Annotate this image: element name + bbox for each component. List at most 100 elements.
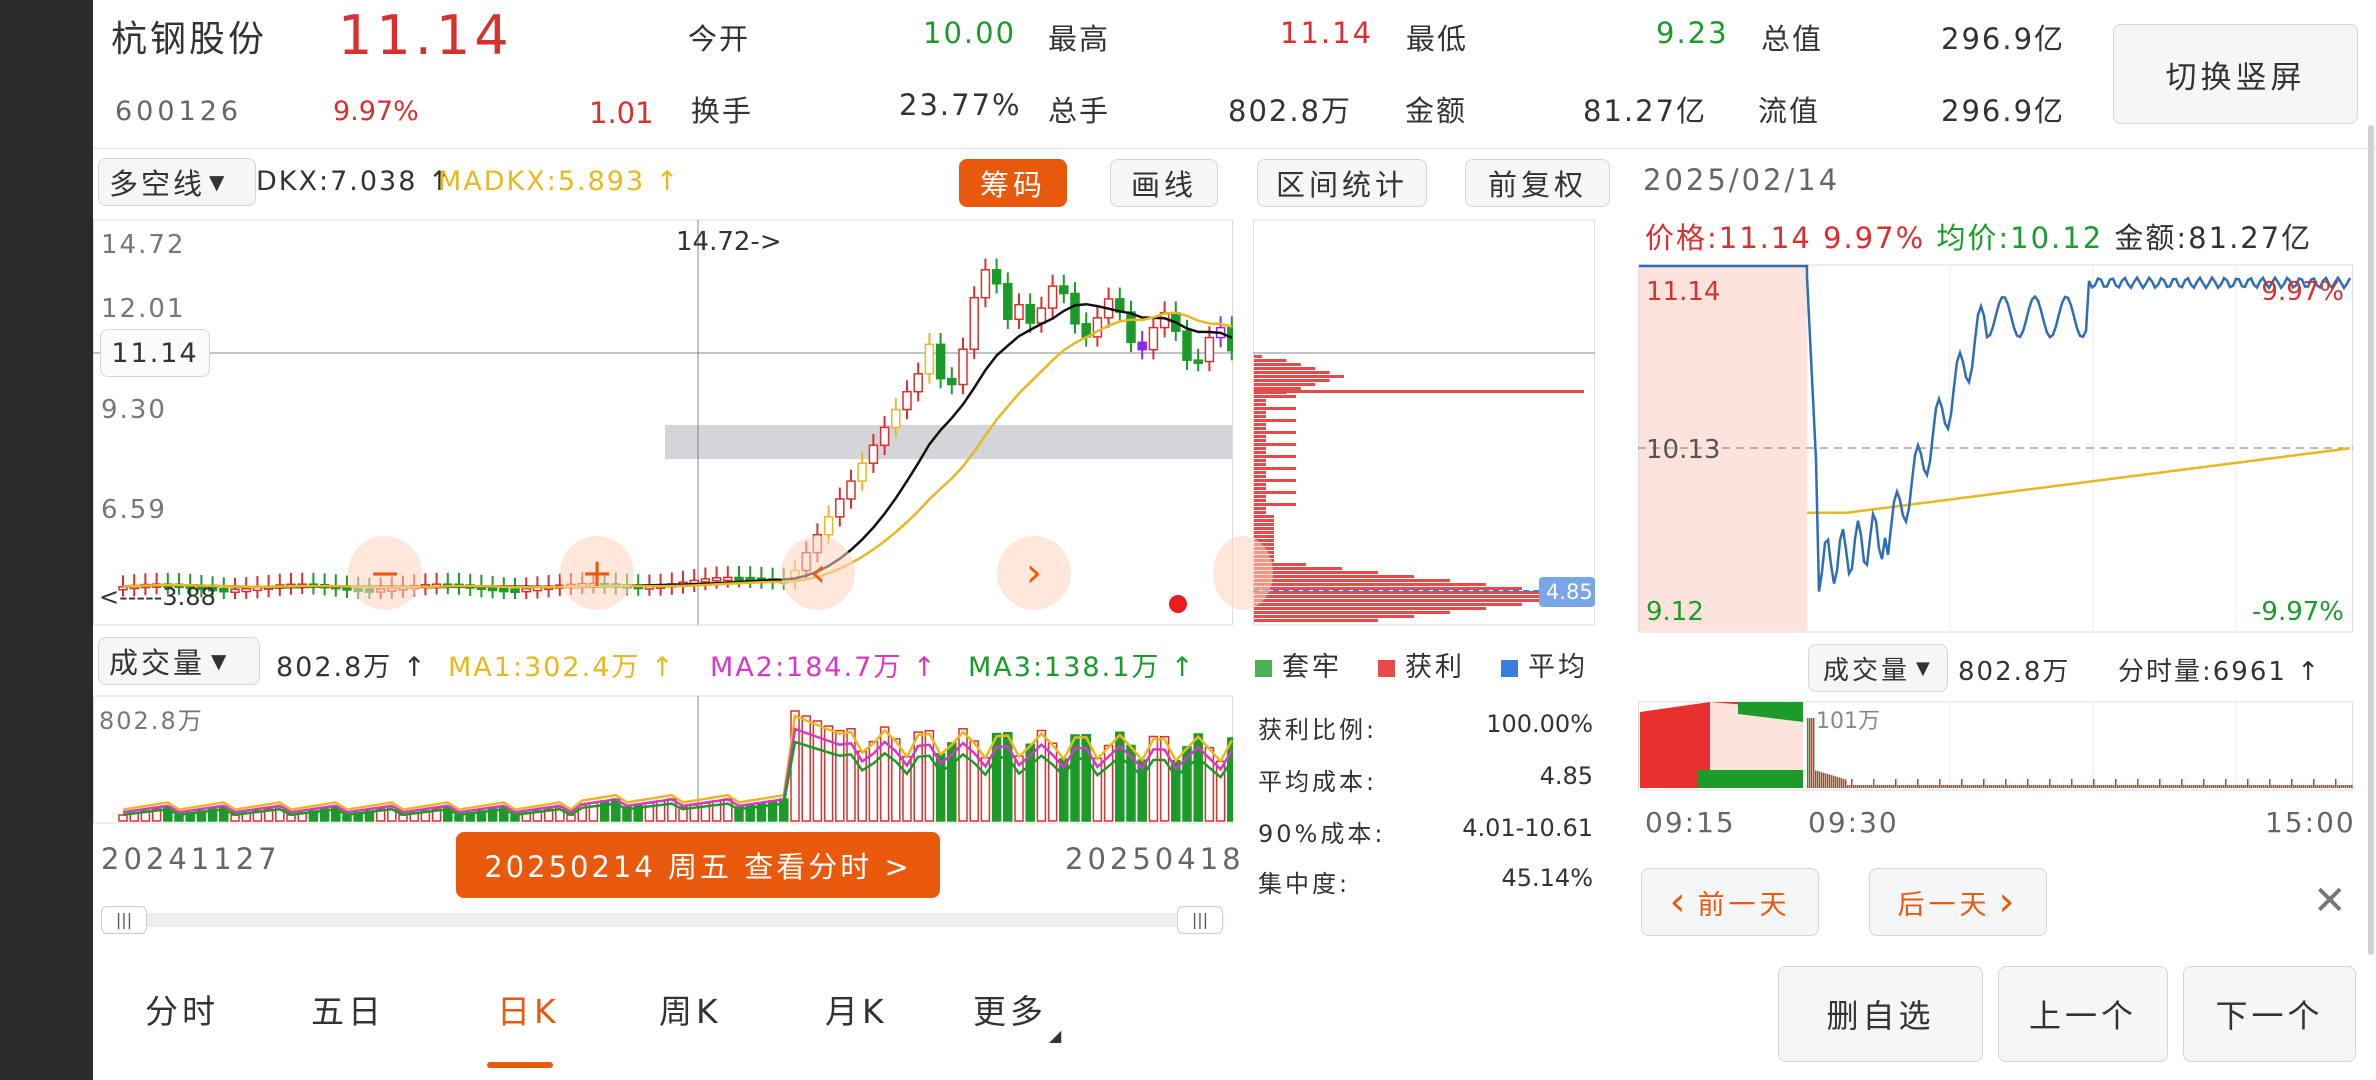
zoom-out-icon[interactable]: −: [348, 536, 422, 610]
intraday-volume-bar: [2237, 785, 2239, 788]
chevron-right-edge-icon[interactable]: [1213, 536, 1273, 610]
intraday-volume-chart: 101万: [1638, 701, 2353, 791]
volume-axis-label: 802.8万: [99, 707, 204, 735]
chips-button[interactable]: 筹码: [959, 159, 1067, 207]
chevron-down-icon: ▼: [209, 170, 228, 194]
intraday-date: 2025/02/14: [1643, 163, 1841, 197]
range-handle-right[interactable]: |||: [1177, 906, 1223, 934]
intraday-volume-bar: [1981, 785, 1983, 788]
intraday-volume-bar: [2301, 785, 2303, 788]
intraday-volume-bar: [1917, 779, 1919, 788]
intraday-volume-bar: [1971, 785, 1973, 788]
chip-bar: [1254, 587, 1522, 590]
stat-value-open: 10.00: [923, 16, 1017, 50]
prev-day-button[interactable]: ‹ 前一天: [1641, 868, 1819, 936]
intraday-volume-bar: [2249, 785, 2251, 788]
intraday-volume-bar: [2023, 785, 2025, 788]
chevron-right-icon[interactable]: ›: [997, 536, 1071, 610]
chips-chart: 4.85: [1253, 219, 1595, 626]
intraday-volume-bar: [2115, 779, 2117, 788]
tab-daily-k[interactable]: 日K: [497, 985, 560, 1033]
intraday-volume-bar: [2179, 785, 2181, 788]
madkx-value: MADKX:5.893 ↑: [438, 166, 681, 197]
intraday-volume-bar: [2025, 785, 2027, 788]
stat-label-amount: 金额: [1405, 94, 1468, 128]
candle-body: [846, 480, 856, 500]
candle-body: [711, 577, 722, 582]
intraday-volume-bar: [1987, 785, 1989, 788]
intraday-volume-bar: [2289, 785, 2291, 788]
chip-bar: [1254, 459, 1266, 462]
intraday-volume-bar: [2075, 785, 2077, 788]
intraday-volume-bar: [2153, 785, 2155, 788]
chip-bar: [1254, 579, 1450, 582]
candle-body: [230, 588, 240, 593]
intraday-volume-bar: [1945, 785, 1947, 788]
candle-body: [487, 586, 498, 592]
chip-bar: [1254, 443, 1296, 446]
chip-bar: [1254, 399, 1266, 402]
intraday-volume-select[interactable]: 成交量 ▼: [1808, 644, 1948, 692]
intraday-volume-bar: [1965, 785, 1967, 788]
y-label-1: 14.72: [101, 230, 185, 260]
intraday-volume-bar: [2281, 785, 2283, 788]
profit-ratio-value: 100.00%: [1486, 710, 1593, 738]
next-stock-button[interactable]: 下一个: [2183, 966, 2356, 1062]
zoom-in-icon[interactable]: +: [560, 536, 634, 610]
intraday-volume-bar: [1929, 785, 1931, 788]
range-stats-button[interactable]: 区间统计: [1257, 159, 1427, 207]
intraday-volume-bar: [1921, 785, 1923, 788]
intraday-volume-bar: [1979, 785, 1981, 788]
intraday-volume-bar: [1997, 785, 1999, 788]
stat-value-amount: 81.27亿: [1583, 94, 1708, 128]
intraday-volume-bar: [2181, 779, 2183, 788]
candle-body: [958, 348, 968, 386]
chip-bar: [1254, 611, 1450, 614]
tab-more[interactable]: 更多◢: [973, 985, 1063, 1045]
intraday-volume-bar: [2309, 785, 2311, 788]
intraday-volume-bar: [2211, 785, 2213, 788]
tab-intraday[interactable]: 分时: [145, 985, 219, 1033]
previous-stock-button[interactable]: 上一个: [1998, 966, 2168, 1062]
intraday-volume-bar: [2007, 785, 2009, 788]
volume-select[interactable]: 成交量 ▼: [98, 637, 260, 685]
intraday-volume-bar: [2047, 785, 2049, 788]
candle-body: [1193, 359, 1203, 364]
intraday-volume-bar: [1883, 785, 1885, 788]
intraday-volume-bar: [2317, 785, 2319, 788]
intraday-volume-bar: [2017, 785, 2019, 788]
intraday-volume-bar: [1837, 777, 1839, 788]
page-scrollbar[interactable]: [2368, 125, 2374, 955]
draw-line-button[interactable]: 画线: [1110, 159, 1218, 207]
switch-portrait-button[interactable]: 切换竖屏: [2113, 24, 2358, 124]
remove-watchlist-button[interactable]: 删自选: [1778, 966, 1983, 1062]
range-scrollbar[interactable]: [105, 913, 1225, 927]
intraday-volume-bar: [2137, 779, 2139, 788]
forward-adjust-button[interactable]: 前复权: [1465, 159, 1610, 207]
intraday-volume-bar: [2045, 785, 2047, 788]
intraday-volume-bar: [2229, 785, 2231, 788]
time-open: 09:30: [1808, 806, 1899, 839]
candle-body: [499, 587, 509, 593]
intraday-volume-bar: [2103, 785, 2105, 788]
intraday-volume-bar: [1827, 774, 1829, 788]
chip-bar: [1254, 387, 1301, 390]
view-intraday-button[interactable]: 20250214 周五 查看分时 >: [456, 832, 940, 898]
tab-monthly-k[interactable]: 月K: [825, 985, 888, 1033]
chip-bar: [1254, 531, 1274, 534]
concentration-value: 45.14%: [1501, 864, 1593, 892]
intraday-volume-bar: [1897, 785, 1899, 788]
tab-weekly-k[interactable]: 周K: [659, 985, 722, 1033]
next-day-button[interactable]: 后一天 ›: [1869, 868, 2047, 936]
close-icon[interactable]: ✕: [2313, 878, 2347, 924]
indicator-select[interactable]: 多空线 ▼: [98, 158, 256, 206]
intraday-chart[interactable]: 11.14 9.97% 10.13 9.12 -9.97%: [1638, 262, 2353, 634]
intraday-volume-bar: [1953, 785, 1955, 788]
tab-five-day[interactable]: 五日: [311, 985, 385, 1033]
chip-bar: [1254, 523, 1274, 526]
range-handle-left[interactable]: |||: [101, 906, 147, 934]
intraday-volume-bar: [1873, 779, 1875, 788]
chevron-left-icon[interactable]: ‹: [781, 536, 855, 610]
date-start: 20241127: [101, 842, 281, 876]
intraday-volume-bar: [2311, 785, 2313, 788]
